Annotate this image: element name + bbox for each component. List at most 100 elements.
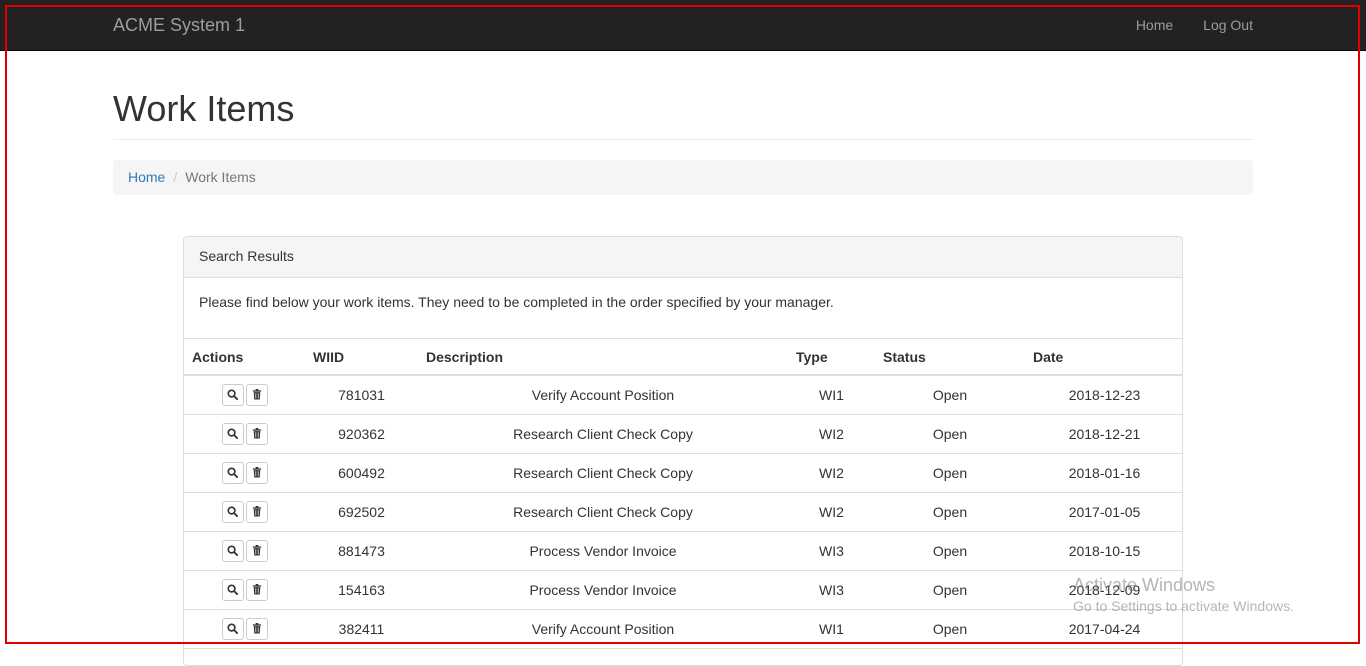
trash-icon [252,467,262,478]
delete-button[interactable] [245,500,268,523]
cell-status: Open [875,453,1025,493]
breadcrumb-home-link[interactable]: Home [128,169,165,185]
panel-intro-text: Please find below your work items. They … [184,278,1182,339]
top-navbar: ACME System 1 Home Log Out [0,0,1366,51]
title-divider [113,139,1253,140]
trash-icon [252,623,262,634]
row-actions [184,492,305,532]
brand-link[interactable]: ACME System 1 [113,15,245,35]
view-button[interactable] [221,500,244,523]
search-icon [227,623,238,634]
cell-status: Open [875,492,1025,532]
cell-status: Open [875,531,1025,571]
delete-button[interactable] [245,539,268,562]
nav-home-link[interactable]: Home [1136,16,1173,34]
cell-description: Process Vendor Invoice [418,570,788,610]
delete-button[interactable] [245,383,268,406]
table-row: 920362 Research Client Check Copy WI2 Open 2… [184,414,1182,454]
search-results-panel: Search Results Please find below your wo… [183,236,1183,666]
table-body: 781031 Verify Account Position WI1 Open 2018… [184,375,1182,649]
view-button[interactable] [221,383,244,406]
view-button[interactable] [221,578,244,601]
row-actions [184,531,305,571]
table-row: 781031 Verify Account Position WI1 Open 2018… [184,375,1182,415]
cell-description: Verify Account Position [418,609,788,649]
nav-links: Home Log Out [1136,16,1253,34]
header-date: Date [1025,339,1182,376]
delete-button[interactable] [245,617,268,640]
trash-icon [252,428,262,439]
cell-wiid: 382411 [305,609,418,649]
search-icon [227,428,238,439]
cell-status: Open [875,414,1025,454]
cell-type: WI1 [788,375,875,415]
cell-description: Research Client Check Copy [418,453,788,493]
header-status: Status [875,339,1025,376]
delete-button[interactable] [245,422,268,445]
search-icon [227,467,238,478]
row-actions [184,453,305,493]
cell-wiid: 154163 [305,570,418,610]
cell-date: 2018-12-09 [1025,570,1182,610]
trash-icon [252,389,262,400]
cell-date: 2018-10-15 [1025,531,1182,571]
row-actions [184,375,305,415]
delete-button[interactable] [245,461,268,484]
page-title: Work Items [113,88,295,129]
view-button[interactable] [221,539,244,562]
search-icon [227,506,238,517]
search-icon [227,584,238,595]
cell-type: WI2 [788,414,875,454]
table-row: 600492 Research Client Check Copy WI2 Open 2… [184,453,1182,493]
cell-type: WI1 [788,609,875,649]
cell-description: Verify Account Position [418,375,788,415]
breadcrumb-current: Work Items [185,169,256,185]
trash-icon [252,584,262,595]
trash-icon [252,506,262,517]
row-actions [184,609,305,649]
nav-logout-link[interactable]: Log Out [1203,16,1253,34]
view-button[interactable] [221,422,244,445]
cell-wiid: 692502 [305,492,418,532]
cell-status: Open [875,609,1025,649]
cell-wiid: 881473 [305,531,418,571]
cell-description: Research Client Check Copy [418,492,788,532]
view-button[interactable] [221,461,244,484]
header-type: Type [788,339,875,376]
panel-heading: Search Results [184,237,1182,278]
cell-description: Research Client Check Copy [418,414,788,454]
breadcrumb-separator: / [173,169,178,185]
table-row: 881473 Process Vendor Invoice WI3 Open 2018-… [184,531,1182,571]
cell-type: WI3 [788,531,875,571]
header-description: Description [418,339,788,376]
view-button[interactable] [221,617,244,640]
search-icon [227,545,238,556]
cell-date: 2018-12-23 [1025,375,1182,415]
breadcrumb: Home / Work Items [113,160,1253,195]
cell-wiid: 920362 [305,414,418,454]
table-row: 154163 Process Vendor Invoice WI3 Open 2018-… [184,570,1182,610]
cell-date: 2017-04-24 [1025,609,1182,649]
work-items-table: Actions WIID Description Type Status Dat… [184,339,1182,649]
header-actions: Actions [184,339,305,376]
trash-icon [252,545,262,556]
table-row: 382411 Verify Account Position WI1 Open 2017… [184,609,1182,649]
cell-date: 2017-01-05 [1025,492,1182,532]
cell-wiid: 600492 [305,453,418,493]
cell-type: WI3 [788,570,875,610]
cell-date: 2018-12-21 [1025,414,1182,454]
search-icon [227,389,238,401]
row-actions [184,570,305,610]
cell-wiid: 781031 [305,375,418,415]
header-wiid: WIID [305,339,418,376]
table-row: 692502 Research Client Check Copy WI2 Open 2… [184,492,1182,532]
table-header-row: Actions WIID Description Type Status Dat… [184,339,1182,376]
delete-button[interactable] [245,578,268,601]
cell-type: WI2 [788,492,875,532]
cell-type: WI2 [788,453,875,493]
cell-description: Process Vendor Invoice [418,531,788,571]
cell-date: 2018-01-16 [1025,453,1182,493]
row-actions [184,414,305,454]
cell-status: Open [875,375,1025,415]
cell-status: Open [875,570,1025,610]
